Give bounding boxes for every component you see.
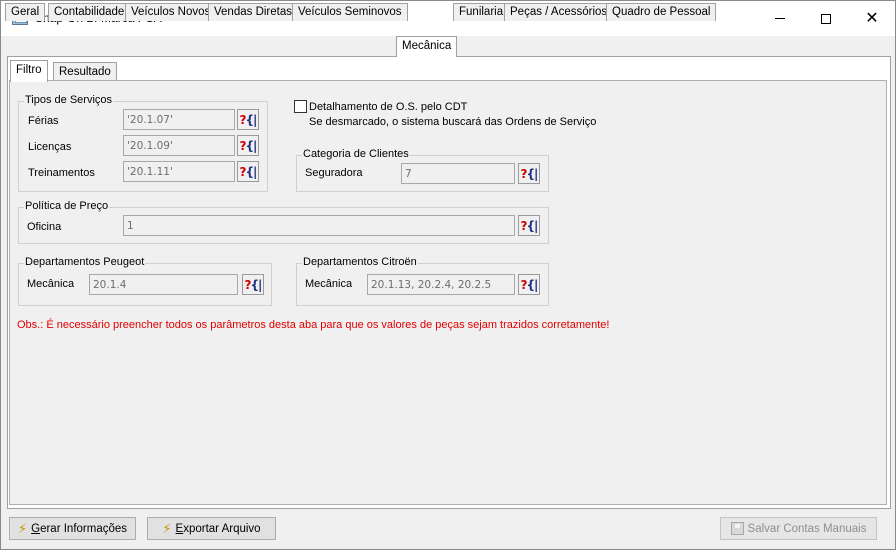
- tab-geral[interactable]: Geral: [5, 3, 46, 21]
- licencas-lookup-button[interactable]: ? {|: [237, 135, 259, 156]
- lightning-icon: ⚡: [162, 520, 172, 536]
- tab-mecanica[interactable]: Mecânica: [396, 36, 458, 57]
- save-disk-icon: [730, 522, 744, 535]
- observation-message: Obs.: É necessário preencher todos os pa…: [17, 319, 610, 331]
- licencas-label: Licenças: [28, 141, 72, 153]
- seguradora-lookup-button[interactable]: ? {|: [518, 163, 540, 184]
- tab-filtro[interactable]: Filtro: [10, 60, 48, 82]
- licencas-field[interactable]: [123, 135, 235, 156]
- treinamentos-label: Treinamentos: [28, 167, 95, 179]
- tab-quadro-de-pessoal[interactable]: Quadro de Pessoal: [606, 3, 717, 21]
- gerar-informacoes-label: Gerar Informações: [31, 522, 128, 535]
- peugeot-mecanica-label: Mecânica: [27, 278, 75, 290]
- app-window: Snap-On Bi-Marca PSA ✕ Geral Contabilida…: [0, 0, 896, 550]
- peugeot-mecanica-field[interactable]: [89, 274, 238, 295]
- detalhamento-label[interactable]: Detalhamento de O.S. pelo CDT: [309, 101, 467, 113]
- tab-resultado[interactable]: Resultado: [53, 62, 117, 81]
- citroen-mecanica-lookup-button[interactable]: ? {|: [518, 274, 540, 295]
- peugeot-mecanica-lookup-button[interactable]: ? {|: [242, 274, 264, 295]
- citroen-mecanica-field[interactable]: [367, 274, 515, 295]
- minimize-icon: [775, 18, 785, 19]
- lookup-brace-icon: {|: [526, 218, 539, 233]
- ferias-field[interactable]: [123, 109, 235, 130]
- oficina-field[interactable]: [123, 215, 515, 236]
- tab-vendas-diretas[interactable]: Vendas Diretas: [208, 3, 298, 21]
- detalhamento-checkbox[interactable]: [294, 100, 307, 113]
- citroen-mecanica-label: Mecânica: [305, 278, 353, 290]
- seguradora-field[interactable]: [401, 163, 515, 184]
- detalhamento-hint: Se desmarcado, o sistema buscará das Ord…: [309, 116, 597, 128]
- lookup-brace-icon: {|: [245, 138, 258, 153]
- exportar-arquivo-label: Exportar Arquivo: [175, 522, 261, 535]
- group-title-departamentos-peugeot: Departamentos Peugeot: [24, 256, 146, 268]
- lookup-brace-icon: {|: [526, 277, 539, 292]
- treinamentos-field[interactable]: [123, 161, 235, 182]
- tab-contabilidade[interactable]: Contabilidade: [48, 3, 131, 21]
- tab-pecas-acessorios[interactable]: Peças / Acessórios: [504, 3, 614, 21]
- ferias-lookup-button[interactable]: ? {|: [237, 109, 259, 130]
- lightning-icon: ⚡: [17, 520, 28, 536]
- minimize-button[interactable]: [757, 1, 803, 36]
- oficina-label: Oficina: [27, 221, 62, 233]
- lookup-brace-icon: {|: [245, 112, 258, 127]
- close-icon: ✕: [865, 9, 879, 27]
- oficina-lookup-button[interactable]: ? {|: [518, 215, 540, 236]
- group-title-tipos-servicos: Tipos de Serviços: [24, 94, 114, 106]
- salvar-contas-manuais-button[interactable]: Salvar Contas Manuais: [720, 517, 877, 540]
- group-title-politica-preco: Política de Preço: [24, 200, 110, 212]
- ferias-label: Férias: [28, 115, 59, 127]
- tab-funilaria[interactable]: Funilaria: [453, 3, 510, 21]
- group-title-categoria-clientes: Categoria de Clientes: [302, 148, 410, 160]
- exportar-arquivo-button[interactable]: ⚡ Exportar Arquivo: [147, 517, 276, 540]
- tab-veiculos-novos[interactable]: Veículos Novos: [125, 3, 217, 21]
- group-title-departamentos-citroen: Departamentos Citroën: [302, 256, 418, 268]
- treinamentos-lookup-button[interactable]: ? {|: [237, 161, 259, 182]
- filtro-panel: Tipos de Serviços Férias ?{| Licenças ?{…: [9, 80, 887, 505]
- lookup-brace-icon: {|: [245, 164, 258, 179]
- salvar-contas-manuais-label: Salvar Contas Manuais: [747, 522, 867, 535]
- lookup-brace-icon: {|: [250, 277, 263, 292]
- close-button[interactable]: ✕: [849, 1, 895, 36]
- gerar-informacoes-button[interactable]: ⚡ Gerar Informações: [9, 517, 136, 540]
- lookup-brace-icon: {|: [526, 166, 539, 181]
- seguradora-label: Seguradora: [305, 167, 363, 179]
- maximize-icon: [821, 13, 831, 24]
- maximize-button[interactable]: [803, 1, 849, 36]
- tab-veiculos-seminovos[interactable]: Veículos Seminovos: [292, 3, 408, 21]
